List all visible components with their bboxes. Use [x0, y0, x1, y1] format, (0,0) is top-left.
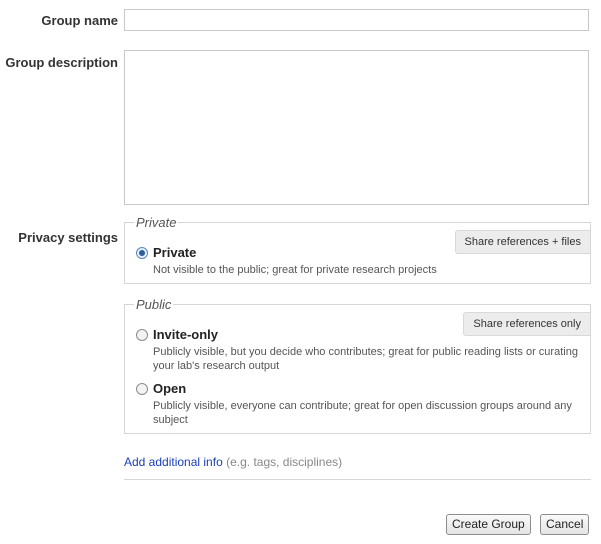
- invite-only-radio[interactable]: [136, 329, 148, 341]
- additional-info-hint: (e.g. tags, disciplines): [226, 455, 343, 469]
- create-group-button[interactable]: Create Group: [446, 514, 531, 535]
- public-legend: Public: [136, 297, 172, 312]
- open-radio[interactable]: [136, 383, 148, 395]
- private-option-description: Not visible to the public; great for pri…: [153, 264, 437, 276]
- private-radio[interactable]: [136, 247, 148, 259]
- private-legend: Private: [136, 215, 177, 230]
- privacy-settings-label: Privacy settings: [18, 230, 118, 245]
- group-name-label: Group name: [41, 13, 118, 28]
- invite-only-option-title[interactable]: Invite-only: [153, 327, 218, 342]
- private-options-group: Private Share references + files Private…: [124, 215, 591, 284]
- share-references-files-tag: Share references + files: [454, 230, 590, 254]
- invite-only-option-description: Publicly visible, but you decide who con…: [153, 346, 578, 372]
- private-option-title[interactable]: Private: [153, 245, 196, 260]
- group-name-input[interactable]: [124, 9, 589, 31]
- add-additional-info-link[interactable]: Add additional info: [124, 455, 223, 469]
- share-references-only-tag: Share references only: [463, 312, 590, 336]
- cancel-button[interactable]: Cancel: [540, 514, 590, 535]
- additional-info-row: Add additional info (e.g. tags, discipli…: [124, 455, 342, 469]
- open-option-description: Publicly visible, everyone can contribut…: [153, 400, 572, 426]
- public-options-group: Public Share references only Invite-only…: [124, 297, 591, 434]
- group-description-textarea[interactable]: [124, 50, 589, 205]
- group-description-label: Group description: [5, 55, 118, 70]
- open-option-title[interactable]: Open: [153, 381, 186, 396]
- form-divider: [124, 479, 591, 480]
